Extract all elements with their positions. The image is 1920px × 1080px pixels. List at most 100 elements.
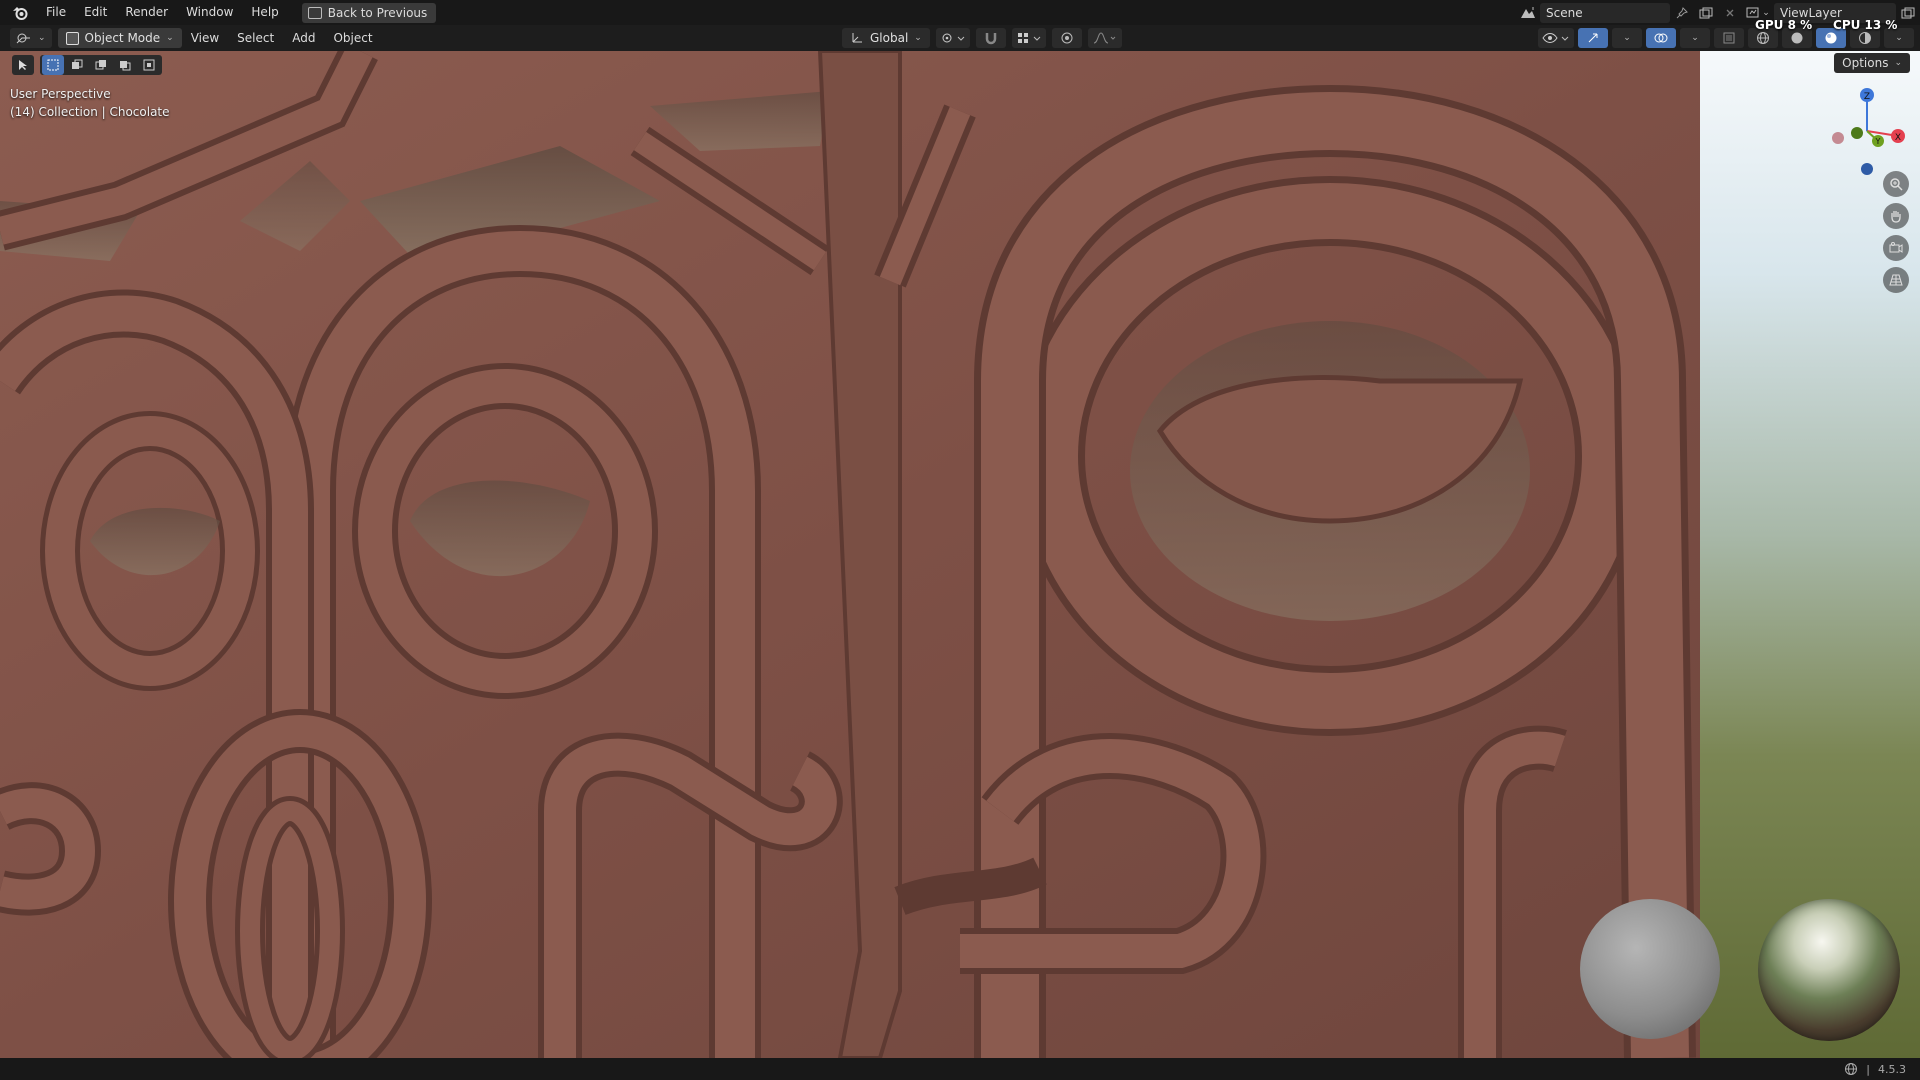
- snap-grid-icon: [1017, 33, 1041, 43]
- object-mode-label: Object Mode: [84, 31, 161, 45]
- proportional-editing-button[interactable]: [1051, 28, 1082, 48]
- neg-x-axis-handle[interactable]: [1832, 132, 1844, 144]
- globe-icon: [1845, 1063, 1858, 1075]
- viewport-info-overlay: User Perspective (14) Collection | Choco…: [10, 85, 170, 121]
- chevron-down-icon: ⌄: [1623, 33, 1631, 43]
- rendered-sphere-icon: [1859, 32, 1871, 44]
- material-sphere-icon: [1825, 32, 1837, 44]
- material-preview-sphere: [1580, 899, 1720, 1039]
- eye-icon: [1542, 33, 1569, 43]
- gizmo-options-button[interactable]: ⌄: [1612, 28, 1642, 48]
- proportional-editing-icon: [1061, 32, 1073, 44]
- perspective-label: User Perspective: [10, 87, 111, 101]
- zoom-button[interactable]: [1883, 171, 1909, 197]
- transform-orientation-label: Global: [870, 31, 909, 45]
- show-overlays-button[interactable]: [1646, 28, 1676, 48]
- neg-y-axis-handle[interactable]: [1851, 127, 1863, 139]
- camera-icon: [1889, 242, 1903, 253]
- collection-object-label: (14) Collection | Chocolate: [10, 105, 170, 119]
- editor-type-selector[interactable]: ⌄: [10, 28, 52, 48]
- status-divider: |: [1866, 1062, 1870, 1076]
- version-label: 4.5.3: [1878, 1062, 1906, 1076]
- select-invert-button[interactable]: [114, 55, 136, 75]
- scene-selector-icon[interactable]: [1516, 3, 1540, 23]
- chevron-down-icon: ⌄: [166, 33, 174, 43]
- cpu-usage: CPU 13 %: [1833, 18, 1898, 32]
- falloff-curve-icon: [1093, 32, 1116, 44]
- select-subtract-button[interactable]: [90, 55, 112, 75]
- chevron-down-icon: ⌄: [1894, 58, 1902, 68]
- visibility-button[interactable]: [1538, 28, 1574, 48]
- menu-render[interactable]: Render: [116, 0, 177, 25]
- select-subtract-icon: [95, 60, 106, 70]
- options-label: Options: [1842, 56, 1889, 70]
- neg-z-axis-handle[interactable]: [1861, 163, 1873, 175]
- chevron-down-icon: ⌄: [38, 33, 46, 43]
- xray-toggle-button[interactable]: [1714, 28, 1744, 48]
- overlays-options-button[interactable]: ⌄: [1680, 28, 1710, 48]
- camera-view-button[interactable]: [1883, 235, 1909, 261]
- scene-name-field[interactable]: Scene: [1540, 2, 1670, 23]
- new-scene-icon[interactable]: [1694, 3, 1718, 23]
- pan-button[interactable]: [1883, 203, 1909, 229]
- menu-window[interactable]: Window: [177, 0, 242, 25]
- hand-icon: [1891, 211, 1901, 223]
- select-extend-button[interactable]: [66, 55, 88, 75]
- chocolate-relief-model: [0, 51, 1700, 1058]
- solid-sphere-icon: [1791, 32, 1803, 44]
- menu-select[interactable]: Select: [228, 31, 283, 45]
- chevron-down-icon: ⌄: [1895, 33, 1903, 43]
- falloff-button[interactable]: [1087, 28, 1122, 48]
- pivot-point-button[interactable]: [935, 28, 970, 48]
- viewport-tool-row: [12, 55, 162, 75]
- xray-icon: [1723, 32, 1735, 44]
- chevron-down-icon: ⌄: [914, 33, 922, 43]
- gpu-usage: GPU 8 %: [1755, 18, 1813, 32]
- top-menubar: File Edit Render Window Help Back to Pre…: [0, 0, 1920, 25]
- select-intersect-button[interactable]: [138, 55, 160, 75]
- close-scene-icon[interactable]: [1718, 3, 1742, 23]
- pivot-point-icon: [942, 33, 965, 43]
- menu-add[interactable]: Add: [283, 31, 324, 45]
- orientation-axes-icon: [852, 33, 862, 43]
- x-axis-label: X: [1895, 133, 1901, 143]
- 3d-viewport[interactable]: User Perspective (14) Collection | Choco…: [0, 51, 1920, 1058]
- select-intersect-icon: [143, 59, 155, 71]
- snap-target-button[interactable]: [1011, 28, 1046, 48]
- menu-file[interactable]: File: [37, 0, 75, 25]
- viewport-navigation-buttons: [1883, 171, 1909, 293]
- menu-help[interactable]: Help: [242, 0, 287, 25]
- toggle-perspective-button[interactable]: [1883, 267, 1909, 293]
- options-button[interactable]: Options ⌄: [1834, 53, 1910, 73]
- select-new-button[interactable]: [42, 55, 64, 75]
- status-bar: | 4.5.3: [0, 1058, 1920, 1080]
- selection-mode-group: [40, 55, 162, 75]
- transform-orientation-dropdown[interactable]: Global ⌄: [842, 28, 930, 48]
- object-mode-dropdown[interactable]: Object Mode ⌄: [57, 28, 182, 48]
- show-gizmo-button[interactable]: [1578, 28, 1608, 48]
- snap-toggle-button[interactable]: [975, 28, 1006, 48]
- overlays-icon: [1654, 33, 1668, 43]
- wireframe-sphere-icon: [1757, 32, 1769, 44]
- select-extend-icon: [72, 59, 83, 69]
- pin-icon[interactable]: [1670, 3, 1694, 23]
- perspective-grid-icon: [1889, 274, 1903, 286]
- zoom-icon: [1890, 178, 1903, 191]
- menu-object[interactable]: Object: [324, 31, 381, 45]
- object-mode-icon: [65, 31, 79, 45]
- transform-tools: Global ⌄: [836, 28, 1122, 48]
- magnet-icon: [985, 33, 997, 45]
- select-tool-button[interactable]: [12, 55, 34, 75]
- menu-edit[interactable]: Edit: [75, 0, 116, 25]
- viewport-header: ⌄ Object Mode ⌄ View Select Add Object G…: [0, 25, 1920, 51]
- select-new-icon: [47, 59, 59, 71]
- blender-logo-icon[interactable]: [9, 2, 31, 24]
- back-to-previous-button[interactable]: Back to Previous: [301, 2, 437, 23]
- screen-icon: [307, 6, 322, 19]
- menu-view[interactable]: View: [182, 31, 228, 45]
- new-view-layer-icon[interactable]: [1896, 3, 1920, 23]
- performance-stats: GPU 8 % CPU 13 %: [1755, 18, 1897, 32]
- z-axis-label: Z: [1864, 92, 1870, 102]
- select-invert-icon: [120, 61, 131, 71]
- chevron-down-icon: ⌄: [1762, 7, 1770, 18]
